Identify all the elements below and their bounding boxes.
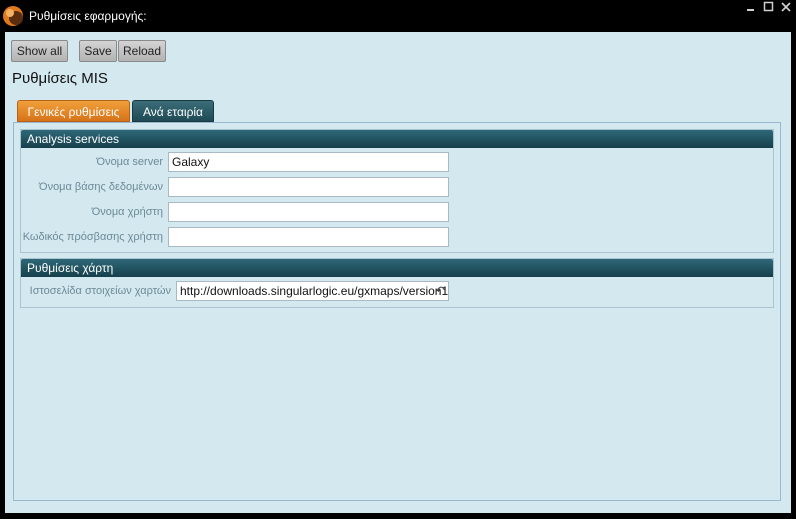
- minimize-icon[interactable]: [742, 0, 760, 14]
- username-label: Όνομα χρήστη: [91, 206, 163, 218]
- map-data-website-input[interactable]: http://downloads.singularlogic.eu/gxmaps…: [176, 281, 449, 301]
- map-settings-group: Ρυθμίσεις χάρτη Ιστοσελίδα στοιχείων χαρ…: [20, 258, 774, 308]
- page-title: Ρυθμίσεις MIS: [12, 70, 108, 87]
- close-icon[interactable]: [777, 0, 795, 14]
- map-data-website-value: http://downloads.singularlogic.eu/gxmaps…: [180, 284, 449, 298]
- app-window: Ρυθμίσεις εφαρμογής: Show all Save Reloa…: [0, 0, 796, 519]
- user-password-input[interactable]: [168, 227, 449, 247]
- window-title: Ρυθμίσεις εφαρμογής:: [29, 9, 147, 23]
- show-all-button[interactable]: Show all: [11, 40, 68, 62]
- title-bar[interactable]: Ρυθμίσεις εφαρμογής:: [0, 0, 796, 32]
- map-data-website-label: Ιστοσελίδα στοιχείων χαρτών: [29, 285, 171, 297]
- settings-content: Show all Save Reload Ρυθμίσεις MIS Γενικ…: [5, 32, 791, 513]
- username-input[interactable]: [168, 202, 449, 222]
- analysis-services-header: Analysis services: [21, 130, 773, 148]
- tab-general-settings[interactable]: Γενικές ρυθμίσεις: [17, 100, 130, 122]
- database-name-input[interactable]: [168, 177, 449, 197]
- maximize-icon[interactable]: [760, 0, 778, 14]
- database-name-label: Όνομα βάσης δεδομένων: [39, 181, 163, 193]
- server-name-label: Όνομα server: [96, 156, 163, 168]
- save-button[interactable]: Save: [79, 40, 117, 62]
- app-logo-icon: [3, 6, 23, 26]
- tab-per-company[interactable]: Ανά εταιρία: [132, 100, 214, 122]
- analysis-services-group: Analysis services Όνομα server Galaxy Όν…: [20, 129, 774, 253]
- reload-button[interactable]: Reload: [118, 40, 166, 62]
- user-password-label: Κωδικός πρόσβασης χρήστη: [22, 231, 163, 243]
- undo-icon[interactable]: ↶: [436, 282, 445, 300]
- server-name-input[interactable]: Galaxy: [168, 152, 449, 172]
- map-settings-header: Ρυθμίσεις χάρτη: [21, 259, 773, 277]
- general-settings-panel: Analysis services Όνομα server Galaxy Όν…: [13, 122, 781, 501]
